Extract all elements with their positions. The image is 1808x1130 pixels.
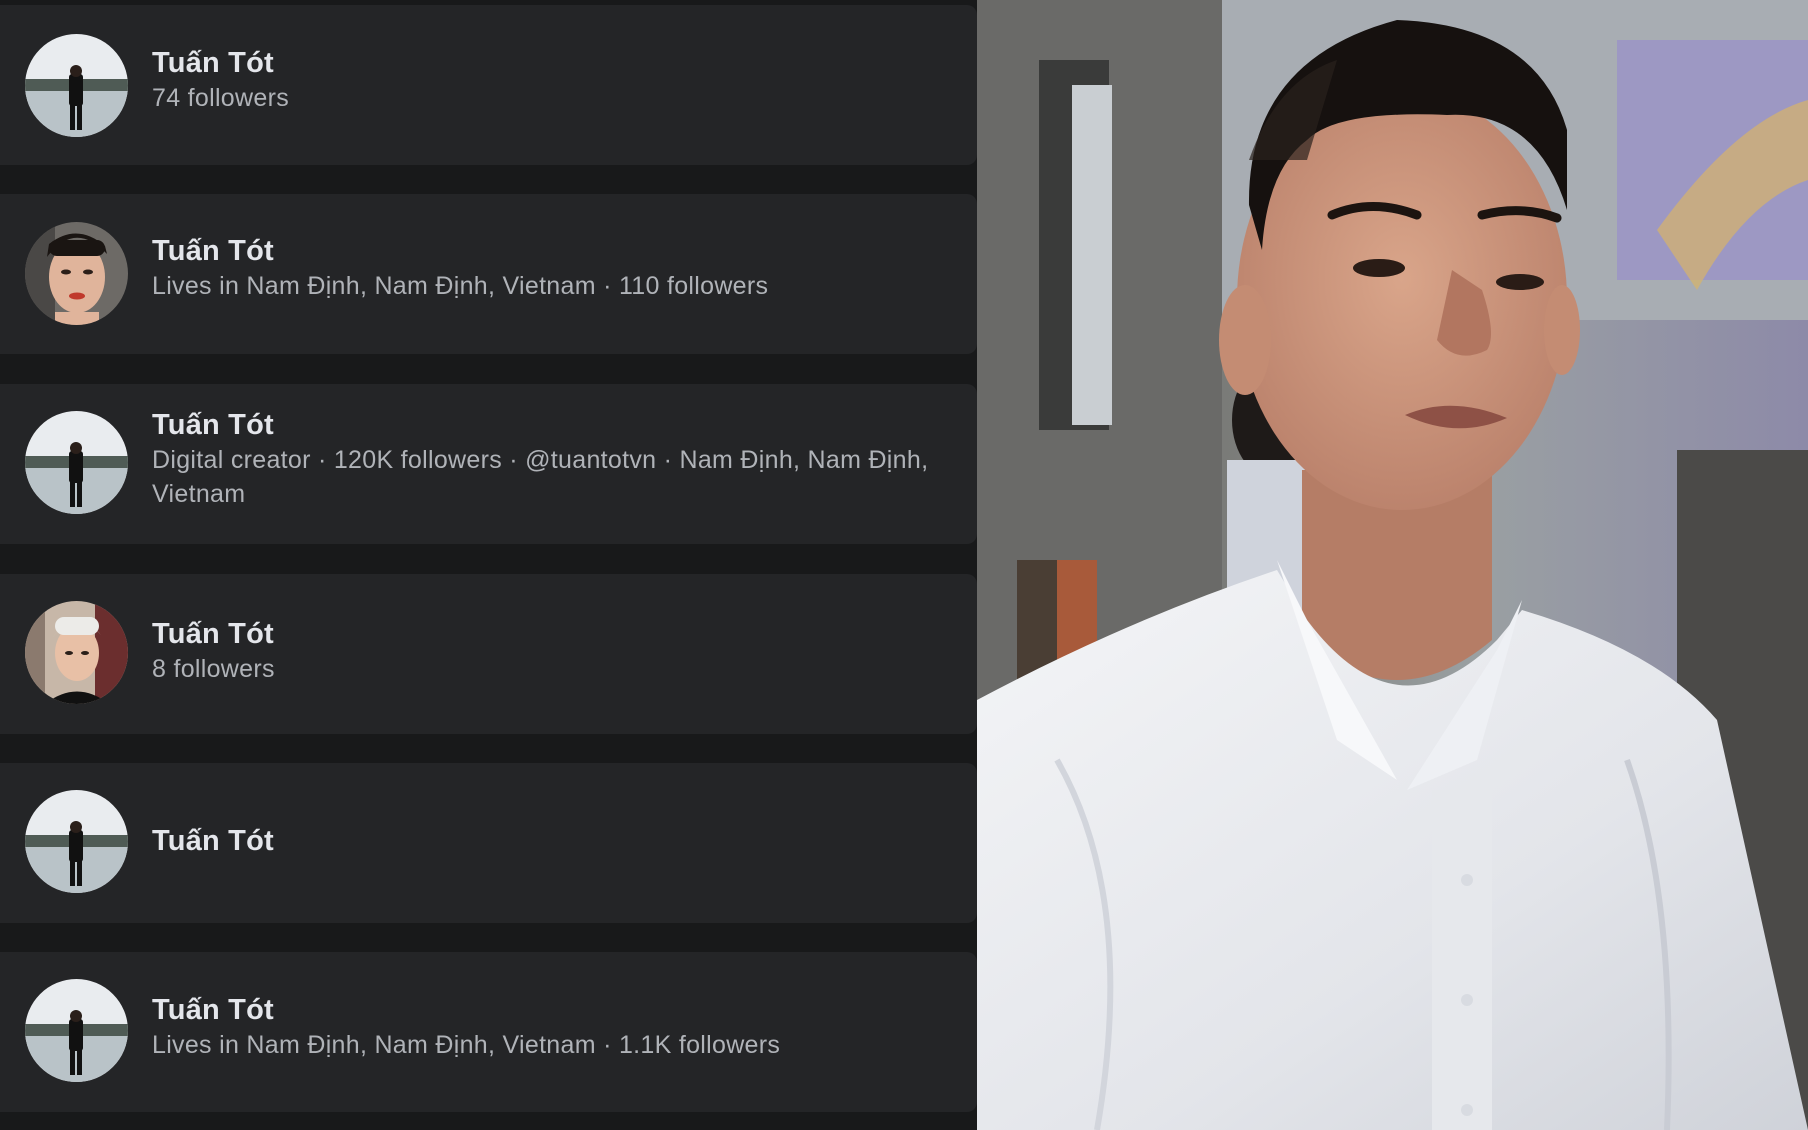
man-portrait-image — [977, 0, 1808, 1130]
result-name[interactable]: Tuấn Tót — [152, 233, 965, 269]
result-meta: Lives in Nam Định, Nam Định, Vietnam · 1… — [152, 1031, 781, 1059]
search-result-item[interactable]: Tuấn Tót Digital creator · 120K follower… — [0, 384, 977, 544]
result-text: Tuấn Tót Lives in Nam Định, Nam Định, Vi… — [152, 233, 965, 303]
result-name[interactable]: Tuấn Tót — [152, 616, 965, 652]
search-result-item[interactable]: Tuấn Tót Lives in Nam Định, Nam Định, Vi… — [0, 952, 977, 1112]
result-meta: Lives in Nam Định, Nam Định, Vietnam · 1… — [152, 272, 769, 300]
result-name[interactable]: Tuấn Tót — [152, 992, 965, 1028]
profile-avatar[interactable] — [25, 790, 128, 893]
portrait-photo — [977, 0, 1808, 1130]
result-text: Tuấn Tót — [152, 823, 965, 859]
result-meta: Digital creator · 120K followers · @tuan… — [152, 446, 929, 508]
result-meta: 74 followers — [152, 84, 289, 112]
selfie-avatar-icon — [25, 222, 128, 325]
search-result-item[interactable]: Tuấn Tót — [0, 763, 977, 923]
result-text: Tuấn Tót 74 followers — [152, 45, 965, 115]
profile-avatar[interactable] — [25, 222, 128, 325]
lake-standing-avatar-icon — [25, 34, 128, 137]
blond-selfie-avatar-icon — [25, 601, 128, 704]
search-result-item[interactable]: Tuấn Tót 8 followers — [0, 574, 977, 734]
result-meta: 8 followers — [152, 655, 275, 683]
profile-avatar[interactable] — [25, 601, 128, 704]
profile-avatar[interactable] — [25, 411, 128, 514]
result-text: Tuấn Tót Lives in Nam Định, Nam Định, Vi… — [152, 992, 965, 1062]
lake-standing-avatar-icon — [25, 411, 128, 514]
lake-standing-avatar-icon — [25, 790, 128, 893]
result-name[interactable]: Tuấn Tót — [152, 407, 965, 443]
profile-avatar[interactable] — [25, 34, 128, 137]
search-result-item[interactable]: Tuấn Tót 74 followers — [0, 5, 977, 165]
lake-standing-avatar-icon — [25, 979, 128, 1082]
result-name[interactable]: Tuấn Tót — [152, 45, 965, 81]
search-result-item[interactable]: Tuấn Tót Lives in Nam Định, Nam Định, Vi… — [0, 194, 977, 354]
result-text: Tuấn Tót Digital creator · 120K follower… — [152, 407, 965, 511]
result-name[interactable]: Tuấn Tót — [152, 823, 965, 859]
profile-avatar[interactable] — [25, 979, 128, 1082]
result-text: Tuấn Tót 8 followers — [152, 616, 965, 686]
search-results-list: Tuấn Tót 74 followers Tuấn Tót Lives in … — [0, 0, 977, 1130]
composite-image: Tuấn Tót 74 followers Tuấn Tót Lives in … — [0, 0, 1808, 1130]
